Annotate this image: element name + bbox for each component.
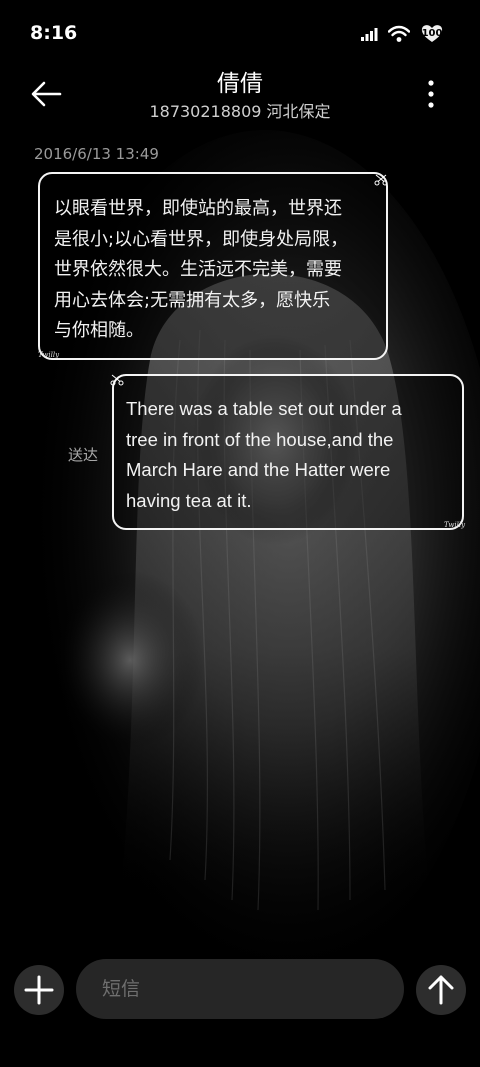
sms-conversation-screen: 8:16 100 倩倩 18730218809 河北保定 2016/6/13 1… xyxy=(0,0,480,1067)
outgoing-message-bubble[interactable]: There was a table set out under a tree i… xyxy=(112,374,464,530)
scissors-icon xyxy=(374,174,388,186)
contact-name: 倩倩 xyxy=(217,71,263,97)
battery-icon: 100 xyxy=(420,24,444,44)
battery-level: 100 xyxy=(421,28,443,39)
more-options-button[interactable] xyxy=(418,78,444,110)
status-time: 8:16 xyxy=(30,22,78,44)
status-icons: 100 xyxy=(360,24,444,44)
message-timestamp: 2016/6/13 13:49 xyxy=(34,145,159,163)
delivered-status: 送达 xyxy=(68,446,99,464)
outgoing-message-text: There was a table set out under a tree i… xyxy=(126,394,448,516)
status-bar: 8:16 100 xyxy=(0,0,480,66)
outgoing-bubble-signature: Twilly xyxy=(444,521,466,529)
send-button[interactable] xyxy=(416,965,466,1015)
outgoing-message-line: having tea at it. xyxy=(126,489,252,511)
incoming-message-bubble[interactable]: 以眼看世界，即使站的最高，世界还 是很小;以心看世界，即使身处局限， 世界依然很… xyxy=(38,172,388,360)
outgoing-message-line: March Hare and the Hatter were xyxy=(126,459,391,480)
signal-icon xyxy=(361,28,378,41)
scissors-icon xyxy=(110,374,124,386)
message-input-container[interactable] xyxy=(76,959,404,1019)
incoming-message-text: 以眼看世界，即使站的最高，世界还 是很小;以心看世界，即使身处局限， 世界依然很… xyxy=(54,198,349,341)
outgoing-message-line: There was a table set out under a xyxy=(126,398,402,419)
more-vertical-icon xyxy=(428,80,434,108)
message-input[interactable] xyxy=(100,977,380,1001)
outgoing-message-line: tree in front of the house,and the xyxy=(126,428,394,450)
send-arrow-icon xyxy=(428,975,454,1005)
incoming-bubble-signature: Twilly xyxy=(38,351,60,359)
contact-number-location: 18730218809 河北保定 xyxy=(149,102,331,121)
attach-button[interactable] xyxy=(14,965,64,1015)
wifi-icon xyxy=(388,25,410,42)
plus-icon xyxy=(24,975,54,1005)
